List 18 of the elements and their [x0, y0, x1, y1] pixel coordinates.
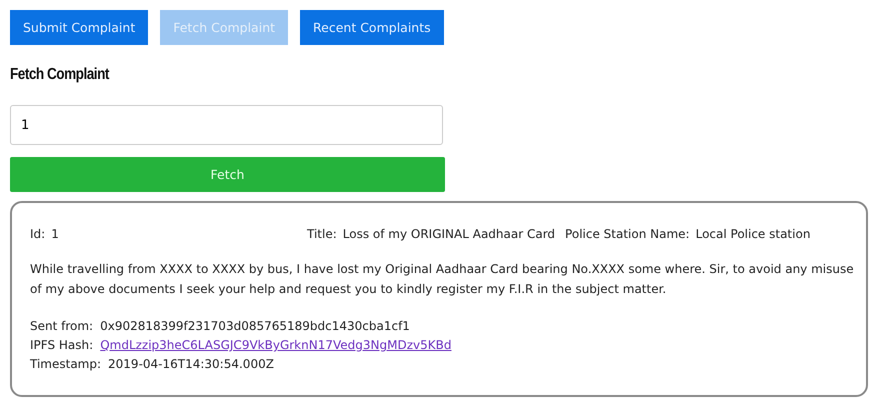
id-label: Id: — [30, 227, 46, 241]
complaint-description: While travelling from XXXX to XXXX by bus, I have lost my Original Aadhaar Card bearing No.XXXX some where. Sir, to avoid any misuse of my above documents I seek your help and request you to kindly register my F.I.R in the subject matter. — [30, 261, 855, 298]
detail-label: Timestamp: — [30, 356, 102, 373]
section-heading: Fetch Complaint — [10, 65, 110, 85]
field-value: Loss of my ORIGINAL Aadhaar Card — [342, 227, 556, 241]
tab-button[interactable]: Submit Complaint — [10, 10, 148, 45]
detail-value: 0x902818399f231703d085765189bdc1430cba1cf1 — [100, 318, 410, 335]
field-label: Title: — [307, 227, 337, 241]
fetch-button[interactable]: Fetch — [10, 157, 445, 192]
id-value: 1 — [51, 227, 59, 241]
ipfs-hash-link[interactable]: QmdLzzip3heC6LASGJC9VkByGrknN17Vedg3NgMDzv5KBd — [100, 336, 452, 355]
detail-value: 2019-04-16T14:30:54.000Z — [108, 356, 274, 373]
tab-button[interactable]: Recent Complaints — [300, 10, 444, 45]
field-value: Local Police station — [696, 227, 810, 241]
id-input-field[interactable]: 1 — [10, 105, 443, 145]
detail-label: Sent from: — [30, 318, 94, 335]
field-label: Police Station Name: — [565, 227, 690, 241]
detail-label: IPFS Hash: — [30, 337, 94, 354]
